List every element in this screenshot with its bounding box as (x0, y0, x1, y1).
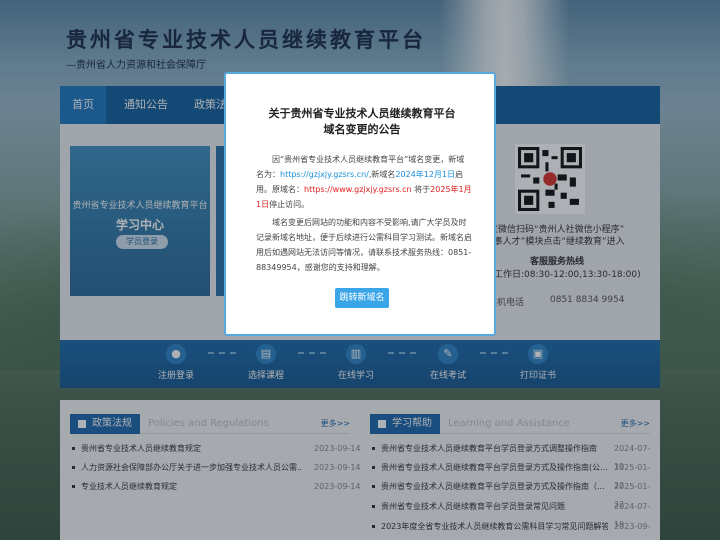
dialog-paragraph-2: 域名变更后网站的功能和内容不受影响,请广大学员及时记录新域名地址，便于后续进行公… (256, 218, 472, 272)
dialog-text: ,新域名 (368, 170, 396, 179)
go-to-new-domain-button[interactable]: 跳转新域名 (335, 288, 389, 308)
dialog-paragraph-1: 因“贵州省专业技术人员继续教育平台”域名变更，新域名为：https://gzjx… (256, 152, 472, 212)
dialog-title: 关于贵州省专业技术人员继续教育平台 域名变更的公告 (226, 106, 498, 138)
new-domain-date: 2024年12月1日 (395, 170, 456, 179)
old-domain-link[interactable]: https://www.gzjxjy.gzsrs.cn (304, 185, 412, 194)
new-domain-link[interactable]: https://gzjxjy.gzsrs.cn/ (280, 170, 369, 179)
dialog-text: 停止访问。 (269, 200, 310, 209)
dialog-title-line1: 关于贵州省专业技术人员继续教育平台 (268, 107, 456, 120)
dialog-body: 因“贵州省专业技术人员继续教育平台”域名变更，新域名为：https://gzjx… (256, 152, 472, 275)
dialog-text: 将于 (411, 185, 431, 194)
domain-change-notice-dialog: 关于贵州省专业技术人员继续教育平台 域名变更的公告 因“贵州省专业技术人员继续教… (224, 72, 496, 336)
dialog-title-line2: 域名变更的公告 (323, 123, 401, 136)
